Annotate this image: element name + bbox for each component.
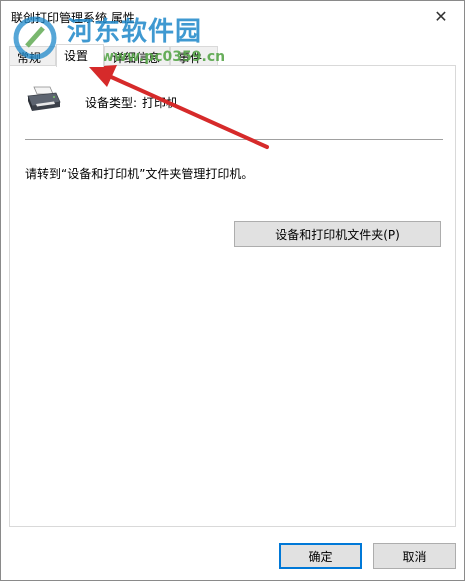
tab-details[interactable]: 详细信息: [104, 46, 170, 66]
separator: [25, 139, 443, 140]
close-icon: ✕: [434, 6, 448, 26]
tab-settings[interactable]: 设置: [56, 44, 104, 67]
device-type-label: 设备类型:: [85, 96, 138, 110]
tab-strip: 常规 设置 详细信息 事件: [9, 44, 456, 67]
window-title: 联创打印管理系统 属性: [11, 11, 135, 25]
close-button[interactable]: ✕: [418, 1, 464, 31]
tab-general[interactable]: 常规: [9, 46, 56, 66]
printer-icon: [27, 86, 61, 111]
title-bar: 联创打印管理系统 属性 ✕: [1, 1, 464, 31]
device-type-value: 打印机: [142, 96, 179, 110]
devices-printers-folder-button[interactable]: 设备和打印机文件夹(P): [234, 221, 441, 247]
ok-button[interactable]: 确定: [279, 543, 362, 569]
settings-panel: 设备类型: 打印机 请转到“设备和打印机”文件夹管理打印机。 设备和打印机文件夹…: [9, 65, 456, 527]
properties-dialog: 联创打印管理系统 属性 ✕ 常规 设置 详细信息 事件 设备类型: 打印机 请转…: [0, 0, 465, 581]
cancel-button[interactable]: 取消: [373, 543, 456, 569]
hint-text: 请转到“设备和打印机”文件夹管理打印机。: [25, 167, 254, 181]
tab-events[interactable]: 事件: [170, 46, 218, 66]
